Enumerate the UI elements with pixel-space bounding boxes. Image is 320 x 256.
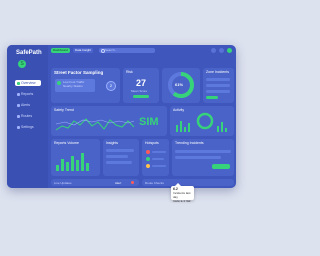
live-updates-bar[interactable]: Live Updates Alert [51, 179, 139, 186]
card-title: Zone Incidents [206, 70, 229, 74]
route-checks-title: Route Checks [145, 181, 164, 185]
bell-icon [17, 103, 20, 107]
list-item [206, 78, 230, 81]
list-item [106, 161, 132, 164]
view-all-button[interactable] [212, 164, 230, 169]
donut-card[interactable]: 61% [162, 68, 200, 103]
hotspots-card[interactable]: Hotspots [142, 139, 169, 176]
list-item [175, 156, 221, 159]
card-title: Trending Incidents [175, 141, 204, 145]
live-updates-badge: Alert [115, 181, 122, 185]
street-factor-card[interactable]: Street Factor Sampling Low Foot Traffic … [51, 68, 120, 103]
list-item [106, 155, 128, 158]
list-item [206, 90, 230, 93]
sidebar-item-label: Reports [21, 92, 34, 96]
risk-value: 27 [136, 78, 147, 88]
search-input[interactable]: Search... [99, 48, 155, 53]
pin-icon [57, 81, 61, 85]
search-icon [101, 49, 105, 53]
alert-dot-icon [131, 181, 134, 184]
alert-dot-icon [146, 150, 150, 154]
grid-icon [17, 81, 20, 85]
list-item [206, 84, 230, 87]
card-title: Risk [126, 70, 133, 74]
route-checks-bar[interactable]: Route Checks [142, 179, 234, 186]
top-bar: Dashboard Data Insight Search... [51, 47, 233, 56]
factor-line-2: Nearby Station [63, 84, 83, 88]
avatar[interactable] [227, 48, 232, 53]
risk-progress [133, 95, 149, 98]
tooltip-line: Incidents last day [173, 191, 191, 199]
card-title: Insights [106, 141, 119, 145]
ok-dot-icon [146, 157, 150, 161]
gear-icon [17, 125, 20, 129]
volume-bar-chart [56, 153, 89, 171]
route-icon [17, 114, 20, 118]
factor-count: 2 [106, 81, 116, 91]
sidebar-item-label: Routes [21, 114, 33, 118]
card-title: Street Factor Sampling [54, 70, 104, 75]
insights-card[interactable]: Insights [103, 139, 139, 176]
warning-dot-icon [146, 164, 150, 168]
file-icon [17, 92, 20, 96]
sidebar: SafePath S Overview Reports Alerts Route… [7, 45, 48, 188]
sidebar-item-label: Settings [21, 125, 34, 129]
logo-icon: S [18, 60, 26, 68]
sidebar-item-overview[interactable]: Overview [15, 80, 41, 86]
sidebar-item-reports[interactable]: Reports [15, 91, 41, 97]
list-item [106, 149, 134, 152]
bell-icon[interactable] [211, 48, 216, 53]
trending-incidents-card[interactable]: Trending Incidents [172, 139, 234, 176]
sidebar-item-label: Overview [21, 81, 36, 85]
app-name: SafePath [16, 50, 42, 56]
reports-volume-card[interactable]: Reports Volume [51, 139, 100, 176]
tab-dashboard[interactable]: Dashboard [51, 48, 70, 53]
list-item [152, 151, 166, 153]
live-updates-title: Live Updates [54, 181, 72, 185]
safety-trend-card[interactable]: Safety Trend SIM [51, 106, 167, 136]
tooltip: 6.2 Incidents last day route a-1 risk [171, 183, 194, 203]
risk-sub: Mean Score [131, 89, 148, 93]
list-item [152, 158, 164, 160]
donut-value: 61% [175, 82, 184, 87]
settings-icon[interactable] [219, 48, 224, 53]
sidebar-item-label: Alerts [21, 103, 30, 107]
trend-big-label: SIM [139, 116, 159, 128]
sidebar-item-alerts[interactable]: Alerts [15, 102, 41, 108]
zone-incidents-card[interactable]: Zone Incidents [203, 68, 234, 103]
list-item [206, 96, 218, 99]
activity-chart [176, 112, 227, 132]
list-item [175, 150, 231, 153]
list-item [152, 165, 166, 167]
risk-card[interactable]: Risk 27 Mean Score [123, 68, 159, 103]
sidebar-item-settings[interactable]: Settings [15, 124, 41, 130]
activity-card[interactable]: Activity [170, 106, 234, 136]
tab-data-insight[interactable]: Data Insight [73, 48, 94, 53]
dashboard-window: SafePath S Overview Reports Alerts Route… [7, 45, 236, 188]
tooltip-line: route a-1 risk [173, 199, 191, 203]
sidebar-item-routes[interactable]: Routes [15, 113, 41, 119]
card-title: Hotspots [145, 141, 159, 145]
